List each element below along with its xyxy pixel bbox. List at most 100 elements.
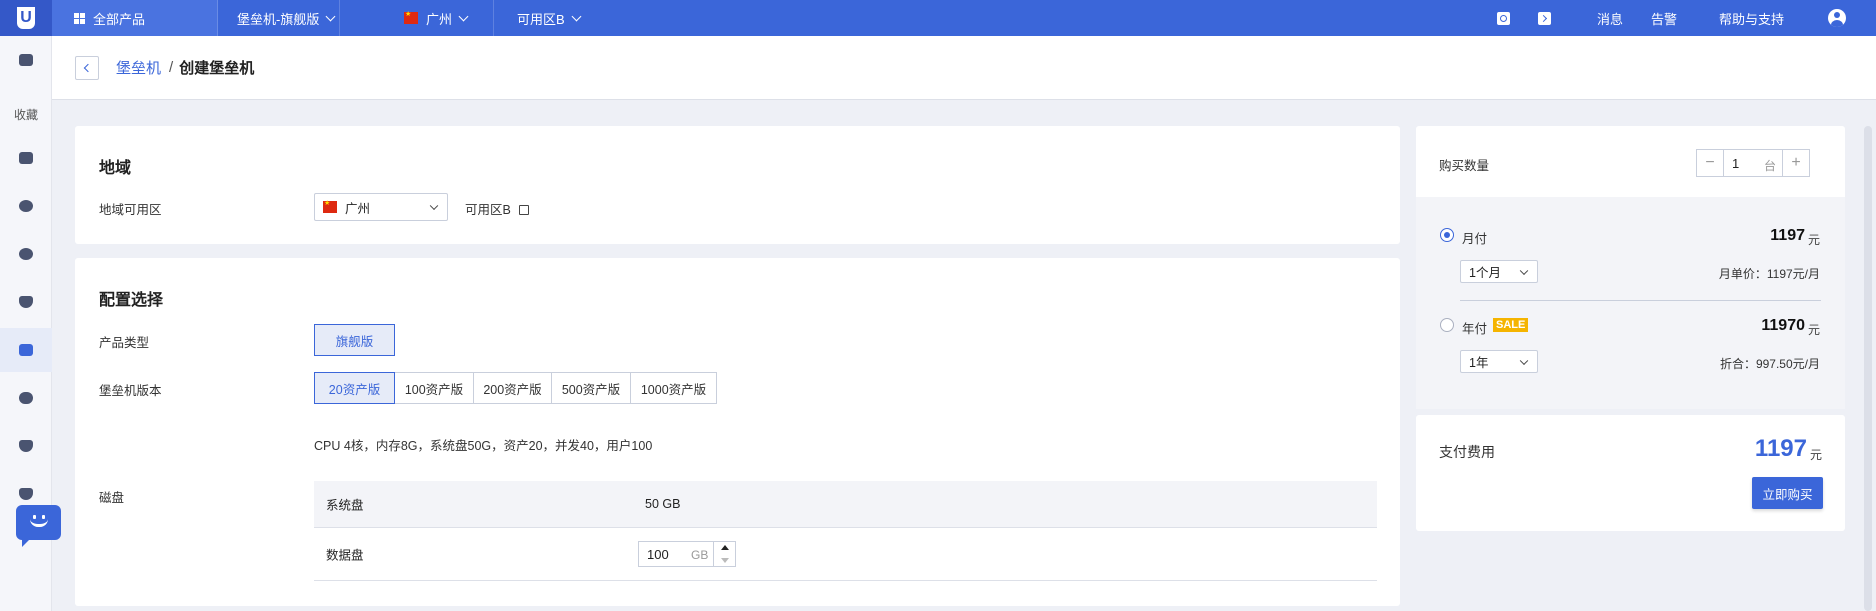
version-option-1000[interactable]: 1000资产版 [630, 372, 717, 404]
increment-arrow-icon[interactable] [721, 545, 729, 550]
buy-now-button[interactable]: 立即购买 [1752, 477, 1823, 509]
chevron-down-icon [325, 11, 336, 21]
region-selector-label: 广州 [426, 11, 453, 27]
product-selector-label: 堡垒机-旗舰版 [237, 11, 320, 27]
monthly-radio[interactable] [1440, 228, 1454, 242]
shield-icon [19, 296, 33, 308]
grid-icon [74, 12, 85, 24]
yearly-equivalent-note: 折合：997.50元/月 [1719, 357, 1820, 371]
zone-selector[interactable]: 可用区B [494, 0, 604, 36]
data-disk-size-value: 100 [647, 547, 669, 562]
search-icon[interactable] [1496, 11, 1510, 25]
zone-value[interactable]: 可用区B [465, 199, 529, 218]
quantity-label: 购买数量 [1439, 159, 1490, 173]
page-header: 堡垒机 / 创建堡垒机 [52, 36, 1876, 100]
chevron-down-icon [571, 11, 582, 21]
data-disk-label: 数据盘 [326, 548, 364, 563]
sidebar-item-database[interactable] [0, 376, 52, 420]
version-label: 堡垒机版本 [99, 384, 162, 398]
yearly-label[interactable]: 年付 [1462, 318, 1487, 337]
data-disk-size-unit: GB [691, 548, 709, 562]
disk-label: 磁盘 [99, 491, 125, 505]
sidebar-item-security[interactable] [0, 424, 52, 468]
network-icon [19, 248, 33, 260]
sidebar-item-ip[interactable] [0, 184, 52, 228]
decrement-arrow-icon[interactable] [721, 558, 729, 563]
total-price-unit: 元 [1809, 448, 1822, 462]
billing-options: 月付 1197 元 1个月 月单价：1197元/月 年付 SALE 11970 … [1416, 197, 1845, 409]
page-scrollbar[interactable] [1864, 126, 1872, 611]
breadcrumb-separator: / [169, 59, 174, 76]
yearly-radio[interactable] [1440, 318, 1454, 332]
all-products-label: 全部产品 [93, 11, 146, 27]
version-option-20[interactable]: 20资产版 [314, 372, 395, 404]
config-card-title: 配置选择 [99, 292, 164, 309]
ucloud-logo[interactable]: U [0, 0, 52, 36]
region-select-value: 广州 [345, 201, 371, 216]
chevron-down-icon [1519, 356, 1529, 365]
database-icon [19, 392, 33, 404]
region-select[interactable]: 广州 [314, 193, 448, 221]
product-type-option-flagship[interactable]: 旗舰版 [314, 324, 395, 356]
quantity-value: 1 [1732, 156, 1740, 171]
version-option-100[interactable]: 100资产版 [394, 372, 474, 404]
yearly-period-select[interactable]: 1年 [1460, 350, 1538, 373]
china-flag-icon [323, 199, 337, 213]
ip-icon [19, 200, 33, 212]
quantity-input[interactable]: 1 台 [1723, 149, 1783, 177]
yearly-period-value: 1年 [1469, 356, 1489, 370]
user-avatar-icon[interactable] [1828, 9, 1846, 27]
security-shield-icon [19, 440, 33, 452]
messages-link[interactable]: 消息 [1597, 9, 1623, 28]
back-button[interactable] [75, 55, 99, 80]
region-selector[interactable]: 广州 [380, 0, 494, 36]
system-disk-label: 系统盘 [326, 498, 364, 513]
version-option-500[interactable]: 500资产版 [551, 372, 631, 404]
system-disk-value: 50 GB [645, 497, 681, 511]
spec-description: CPU 4核，内存8G，系统盘50G，资产20，并发40，用户100 [314, 439, 653, 453]
disk-table: 系统盘 50 GB 数据盘 100 GB [314, 481, 1377, 581]
chat-support-button[interactable] [16, 505, 61, 547]
chevron-left-icon [83, 63, 93, 72]
quantity-increase-button[interactable]: + [1782, 149, 1810, 177]
bastion-icon [19, 344, 33, 356]
console-icon[interactable] [1537, 11, 1551, 25]
payment-card: 支付费用 1197 元 [1416, 415, 1845, 531]
yearly-price: 11970 [1761, 317, 1805, 334]
chevron-down-icon [1519, 266, 1529, 275]
favorites-label: 收藏 [13, 107, 38, 122]
sidebar-item-bastion[interactable] [0, 328, 52, 372]
top-navigation-bar: U 全部产品 堡垒机-旗舰版 广州 可用区B 消息 告警 帮助与支持 [0, 0, 1876, 36]
alerts-link[interactable]: 告警 [1651, 9, 1677, 28]
data-disk-stepper[interactable] [713, 542, 735, 566]
chevron-down-icon [458, 11, 469, 21]
quantity-unit: 台 [1763, 159, 1776, 173]
china-flag-icon [404, 10, 418, 24]
sidebar-item-monitor[interactable] [0, 38, 52, 82]
sidebar-item-favorites[interactable]: 收藏 [0, 92, 52, 136]
all-products-menu[interactable]: 全部产品 [52, 0, 218, 36]
help-support-link[interactable]: 帮助与支持 [1719, 9, 1784, 28]
billing-divider [1460, 300, 1821, 301]
version-option-200[interactable]: 200资产版 [473, 372, 552, 404]
breadcrumb-parent-link[interactable]: 堡垒机 [116, 57, 161, 78]
monthly-period-value: 1个月 [1469, 266, 1501, 280]
monthly-label[interactable]: 月付 [1462, 228, 1487, 247]
sidebar-item-list[interactable] [0, 136, 52, 180]
chevron-down-icon [429, 201, 439, 211]
sidebar-item-network[interactable] [0, 232, 52, 276]
external-link-icon[interactable] [518, 205, 529, 215]
product-type-label: 产品类型 [99, 336, 150, 350]
total-price: 1197 [1754, 435, 1807, 462]
product-selector[interactable]: 堡垒机-旗舰版 [218, 0, 340, 36]
page-title: 创建堡垒机 [179, 60, 255, 77]
quantity-decrease-button[interactable]: − [1696, 149, 1724, 177]
yearly-price-unit: 元 [1807, 323, 1820, 337]
logo-letter: U [17, 7, 35, 29]
data-disk-size-input[interactable]: 100 GB [638, 541, 736, 567]
sidebar-item-shield[interactable] [0, 280, 52, 324]
monitor-icon [19, 54, 33, 66]
region-card-title: 地域 [99, 160, 132, 177]
monthly-period-select[interactable]: 1个月 [1460, 260, 1538, 283]
protection-icon [19, 488, 33, 500]
